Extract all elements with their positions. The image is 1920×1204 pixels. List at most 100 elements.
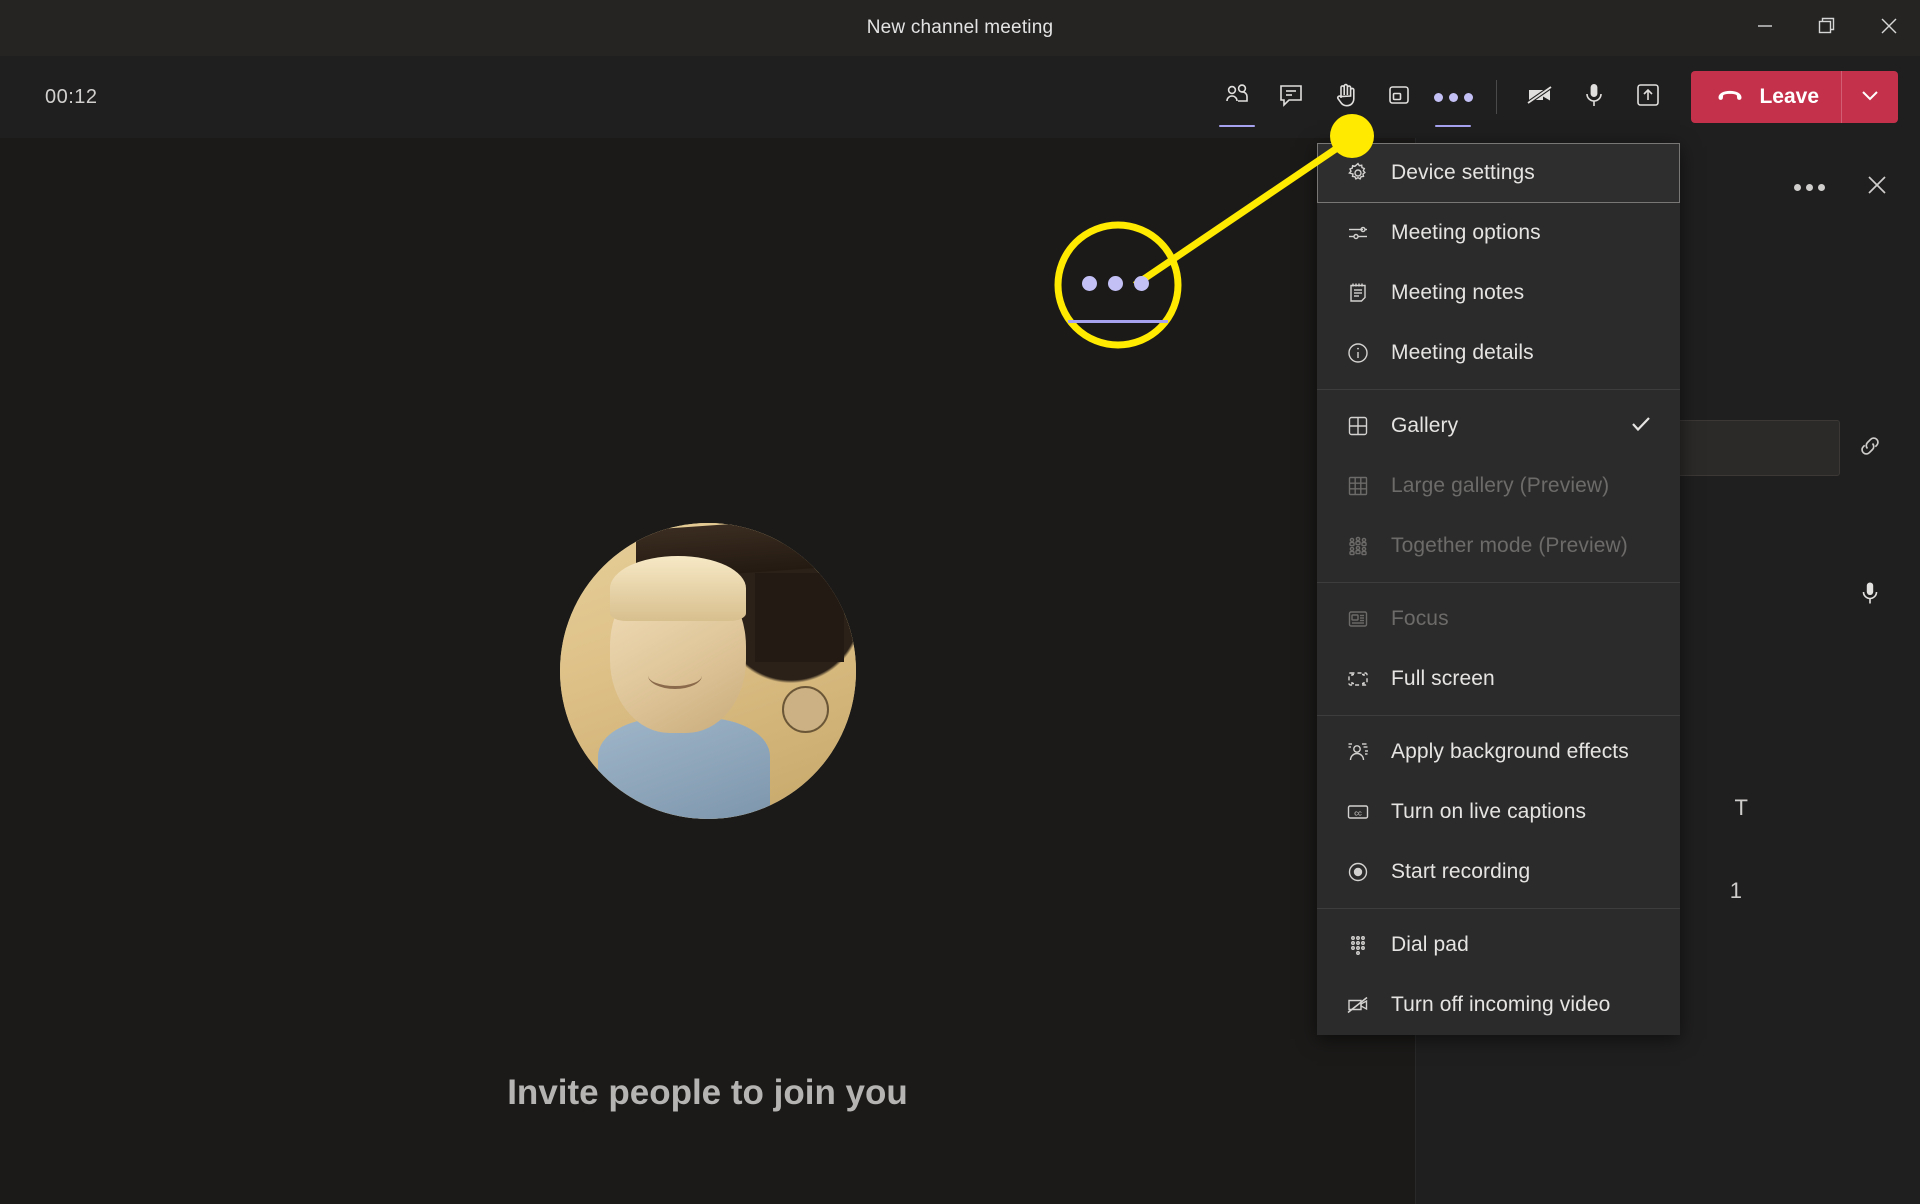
copy-join-link-button[interactable] xyxy=(1848,426,1892,470)
menu-item-label: Together mode (Preview) xyxy=(1391,534,1628,557)
toolbar-divider xyxy=(1496,80,1498,114)
menu-item-label: Large gallery (Preview) xyxy=(1391,474,1610,497)
menu-separator xyxy=(1317,715,1680,716)
panel-close-button[interactable] xyxy=(1856,166,1898,208)
close-icon xyxy=(1878,15,1900,42)
menu-item-label: Apply background effects xyxy=(1391,740,1629,763)
menu-item-label: Device settings xyxy=(1391,161,1535,184)
closed-captions-icon: cc xyxy=(1345,799,1371,825)
close-button[interactable] xyxy=(1858,0,1920,56)
participant-avatar xyxy=(559,523,856,819)
chat-icon xyxy=(1276,80,1306,115)
raise-hand-button[interactable] xyxy=(1318,70,1372,124)
svg-text:cc: cc xyxy=(1354,808,1362,817)
share-content-button[interactable] xyxy=(1621,70,1675,124)
menu-item-together-mode-preview: Together mode (Preview) xyxy=(1317,516,1680,576)
menu-item-label: Focus xyxy=(1391,607,1449,630)
minimize-button[interactable] xyxy=(1734,0,1796,56)
copy-link-icon xyxy=(1855,431,1885,466)
menu-item-focus: Focus xyxy=(1317,589,1680,649)
menu-item-label: Gallery xyxy=(1391,414,1459,437)
menu-separator xyxy=(1317,908,1680,909)
microphone-toggle-button[interactable] xyxy=(1567,70,1621,124)
minimize-icon xyxy=(1754,15,1776,42)
menu-item-device-settings[interactable]: Device settings xyxy=(1317,143,1680,203)
notepad-icon xyxy=(1345,280,1371,306)
menu-item-apply-background-effects[interactable]: Apply background effects xyxy=(1317,722,1680,782)
large-gallery-icon xyxy=(1345,473,1371,499)
hand-icon xyxy=(1330,80,1360,115)
camera-toggle-button[interactable] xyxy=(1513,70,1567,124)
menu-item-label: Turn off incoming video xyxy=(1391,993,1611,1016)
more-actions-button[interactable] xyxy=(1426,70,1480,127)
restore-button[interactable] xyxy=(1796,0,1858,56)
show-conversation-button[interactable] xyxy=(1264,70,1318,124)
menu-item-label: Meeting notes xyxy=(1391,281,1525,304)
leave-main[interactable]: Leave xyxy=(1691,71,1841,123)
menu-item-large-gallery-preview: Large gallery (Preview) xyxy=(1317,456,1680,516)
menu-item-turn-on-live-captions[interactable]: cc Turn on live captions xyxy=(1317,782,1680,842)
leave-button[interactable]: Leave xyxy=(1691,71,1898,123)
menu-separator xyxy=(1317,582,1680,583)
menu-item-label: Meeting options xyxy=(1391,221,1541,244)
close-icon xyxy=(1864,172,1890,203)
invite-people-text: Invite people to join you xyxy=(507,1073,908,1112)
panel-microphone-icon-button[interactable] xyxy=(1848,573,1892,617)
menu-item-label: Dial pad xyxy=(1391,933,1469,956)
menu-item-label: Start recording xyxy=(1391,860,1531,883)
menu-item-label: Turn on live captions xyxy=(1391,800,1587,823)
rooms-icon xyxy=(1384,80,1414,115)
menu-item-meeting-details[interactable]: Meeting details xyxy=(1317,323,1680,383)
window-controls xyxy=(1734,0,1920,56)
gallery-icon xyxy=(1345,413,1371,439)
title-bar: New channel meeting xyxy=(0,0,1920,56)
leave-dropdown-button[interactable] xyxy=(1842,71,1898,123)
breakout-rooms-button[interactable] xyxy=(1372,70,1426,124)
dialpad-icon xyxy=(1345,932,1371,958)
meeting-stage: Invite people to join you xyxy=(0,138,1415,1204)
menu-item-dial-pad[interactable]: Dial pad xyxy=(1317,915,1680,975)
gear-icon xyxy=(1345,160,1371,186)
together-mode-icon xyxy=(1345,533,1371,559)
record-icon xyxy=(1345,859,1371,885)
panel-partial-text-2: 1 xyxy=(1729,878,1742,903)
ellipsis-icon xyxy=(1433,92,1473,102)
menu-separator xyxy=(1317,389,1680,390)
meeting-timer: 00:12 xyxy=(45,85,98,108)
focus-icon xyxy=(1345,606,1371,632)
checkmark-icon xyxy=(1628,411,1654,442)
people-icon xyxy=(1222,80,1252,115)
meeting-toolbar: 00:12 Leave xyxy=(0,56,1920,138)
incoming-video-off-icon xyxy=(1345,992,1371,1018)
ellipsis-icon xyxy=(1793,183,1825,191)
show-participants-button[interactable] xyxy=(1210,70,1264,127)
teams-meeting-window: New channel meeting 00:12 Leave Invite p… xyxy=(0,0,1920,1204)
more-actions-menu: Device settings Meeting options Meeting no… xyxy=(1317,143,1680,1035)
info-icon xyxy=(1345,340,1371,366)
background-effects-icon xyxy=(1345,739,1371,765)
fullscreen-icon xyxy=(1345,666,1371,692)
menu-item-meeting-options[interactable]: Meeting options xyxy=(1317,203,1680,263)
camera-off-icon xyxy=(1524,79,1556,116)
hangup-phone-icon xyxy=(1715,80,1745,115)
callout-active-underline xyxy=(1068,320,1168,323)
callout-ellipsis-icon xyxy=(1082,276,1149,291)
menu-item-full-screen[interactable]: Full screen xyxy=(1317,649,1680,709)
chevron-down-icon xyxy=(1858,83,1882,112)
menu-item-label: Meeting details xyxy=(1391,341,1534,364)
panel-more-options-button[interactable] xyxy=(1788,166,1830,208)
share-tray-icon xyxy=(1633,80,1663,115)
panel-header-actions xyxy=(1788,166,1898,208)
menu-item-meeting-notes[interactable]: Meeting notes xyxy=(1317,263,1680,323)
leave-label: Leave xyxy=(1759,85,1819,108)
panel-partial-text-1: T xyxy=(1734,795,1748,820)
restore-icon xyxy=(1816,15,1838,42)
window-title: New channel meeting xyxy=(866,17,1054,38)
menu-item-gallery[interactable]: Gallery xyxy=(1317,396,1680,456)
toolbar-buttons: Leave xyxy=(1210,56,1898,138)
menu-item-label: Full screen xyxy=(1391,667,1495,690)
menu-item-start-recording[interactable]: Start recording xyxy=(1317,842,1680,902)
microphone-icon xyxy=(1856,579,1884,612)
menu-item-turn-off-incoming-video[interactable]: Turn off incoming video xyxy=(1317,975,1680,1035)
microphone-icon xyxy=(1579,80,1609,115)
